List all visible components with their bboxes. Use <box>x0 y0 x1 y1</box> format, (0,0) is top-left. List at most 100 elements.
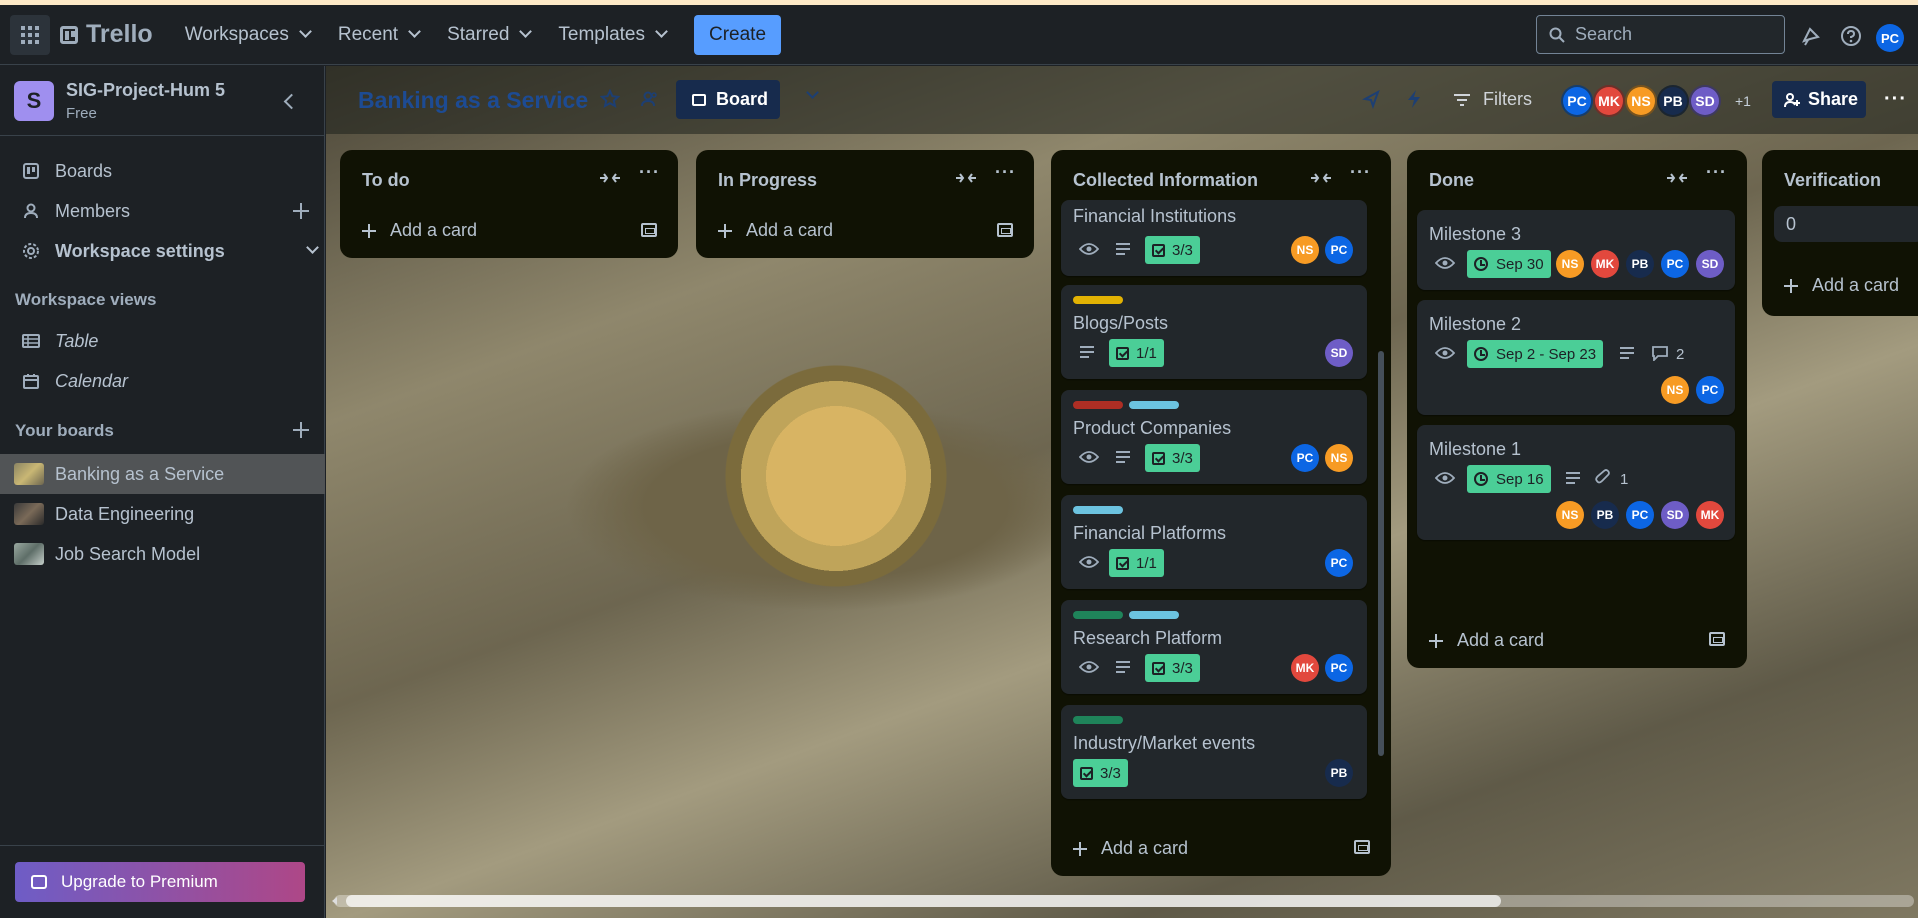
list-scrollbar[interactable] <box>1378 351 1384 756</box>
search-input[interactable]: Search <box>1536 15 1785 54</box>
visibility-team-icon[interactable] <box>640 89 660 109</box>
sidebar-item-table[interactable]: Table <box>0 322 325 360</box>
card-member-avatar[interactable]: PC <box>1661 250 1689 278</box>
list-title[interactable]: Verification <box>1784 170 1881 191</box>
board-title[interactable]: Banking as a Service <box>358 87 588 114</box>
add-card-button[interactable]: Add a card <box>362 220 477 241</box>
card-milestone-1[interactable]: Milestone 1 Sep 16 1 NS PB PC SD MK <box>1417 425 1735 540</box>
add-card-button[interactable]: Add a card <box>1784 275 1899 296</box>
collapse-sidebar-button[interactable] <box>280 90 302 112</box>
card-member-avatar[interactable]: PB <box>1325 759 1353 787</box>
list-more-icon[interactable]: ··· <box>639 162 660 183</box>
due-date-badge[interactable]: Sep 2 - Sep 23 <box>1467 340 1604 368</box>
card-member-avatar[interactable]: MK <box>1291 654 1319 682</box>
label-yellow[interactable] <box>1073 296 1123 304</box>
user-avatar[interactable]: PC <box>1876 24 1904 52</box>
add-card-button[interactable]: Add a card <box>1429 630 1544 651</box>
member-avatar[interactable]: PB <box>1657 85 1689 117</box>
list-title[interactable]: Done <box>1429 170 1474 191</box>
menu-workspaces[interactable]: Workspaces <box>171 15 324 55</box>
power-ups-icon[interactable] <box>1362 89 1382 109</box>
workspace-name[interactable]: SIG-Project-Hum 5 <box>66 80 225 101</box>
add-card-button[interactable]: Add a card <box>718 220 833 241</box>
upgrade-button[interactable]: Upgrade to Premium <box>15 862 305 902</box>
collapse-list-icon[interactable] <box>598 168 622 188</box>
card-member-avatar[interactable]: PC <box>1696 376 1724 404</box>
label-sky[interactable] <box>1073 506 1123 514</box>
add-card-button[interactable]: Add a card <box>1073 838 1188 859</box>
card-industry-market-events[interactable]: Industry/Market events 3/3 PB <box>1061 705 1367 799</box>
help-icon[interactable] <box>1840 25 1862 47</box>
card-member-avatar[interactable]: PC <box>1325 654 1353 682</box>
star-icon[interactable] <box>600 89 620 109</box>
sidebar-item-workspace-settings[interactable]: Workspace settings <box>0 232 325 270</box>
card-research-platform[interactable]: Research Platform 3/3 MK PC <box>1061 600 1367 694</box>
member-avatar[interactable]: MK <box>1593 85 1625 117</box>
create-button[interactable]: Create <box>694 14 782 55</box>
label-brown[interactable] <box>1073 401 1123 409</box>
card-template-icon[interactable] <box>1709 632 1725 646</box>
add-board-icon[interactable] <box>293 422 309 438</box>
board-horizontal-scrollbar[interactable] <box>326 889 1918 911</box>
card-member-avatar[interactable]: MK <box>1696 501 1724 529</box>
list-more-icon[interactable]: ··· <box>1350 162 1371 183</box>
member-avatar[interactable]: NS <box>1625 85 1657 117</box>
menu-recent[interactable]: Recent <box>324 15 433 55</box>
member-avatar[interactable]: SD <box>1689 85 1721 117</box>
label-green[interactable] <box>1073 611 1123 619</box>
trello-logo[interactable]: Trello <box>60 20 153 49</box>
menu-starred[interactable]: Starred <box>433 15 544 55</box>
card-template-icon[interactable] <box>1354 840 1370 854</box>
card-financial-institutions[interactable]: Financial Institutions 3/3 NS PC <box>1061 200 1367 276</box>
member-avatar[interactable]: PC <box>1561 85 1593 117</box>
card-milestone-3[interactable]: Milestone 3 Sep 30 NS MK PB PC SD <box>1417 210 1735 290</box>
card-member-avatar[interactable]: MK <box>1591 250 1619 278</box>
sidebar-item-calendar[interactable]: Calendar <box>0 362 325 400</box>
card-title-input[interactable]: 0 <box>1774 206 1918 242</box>
card-member-avatar[interactable]: PC <box>1626 501 1654 529</box>
due-date-badge[interactable]: Sep 16 <box>1467 465 1551 493</box>
list-title[interactable]: Collected Information <box>1073 170 1258 191</box>
card-milestone-2[interactable]: Milestone 2 Sep 2 - Sep 23 2 NS PC <box>1417 300 1735 415</box>
menu-templates[interactable]: Templates <box>544 15 680 55</box>
card-product-companies[interactable]: Product Companies 3/3 PC NS <box>1061 390 1367 484</box>
label-sky[interactable] <box>1129 611 1179 619</box>
card-member-avatar[interactable]: PC <box>1325 236 1353 264</box>
card-member-avatar[interactable]: NS <box>1556 250 1584 278</box>
card-member-avatar[interactable]: PC <box>1291 444 1319 472</box>
card-member-avatar[interactable]: NS <box>1325 444 1353 472</box>
card-member-avatar[interactable]: NS <box>1291 236 1319 264</box>
scroll-left-arrow-icon[interactable] <box>332 897 337 905</box>
card-blogs-posts[interactable]: Blogs/Posts 1/1 SD <box>1061 285 1367 379</box>
automation-icon[interactable] <box>1406 89 1422 109</box>
sidebar-item-members[interactable]: Members <box>0 192 325 230</box>
workspace-logo[interactable]: S <box>14 80 54 121</box>
scrollbar-thumb[interactable] <box>346 895 1501 907</box>
due-date-badge[interactable]: Sep 30 <box>1467 250 1551 278</box>
card-template-icon[interactable] <box>997 223 1013 237</box>
card-member-avatar[interactable]: NS <box>1661 376 1689 404</box>
collapse-list-icon[interactable] <box>1665 168 1689 188</box>
card-member-avatar[interactable]: PB <box>1591 501 1619 529</box>
board-view-button[interactable]: Board <box>676 80 780 119</box>
list-title[interactable]: To do <box>362 170 410 191</box>
filters-button[interactable]: Filters <box>1453 89 1532 110</box>
notifications-icon[interactable] <box>1800 25 1822 47</box>
card-member-avatar[interactable]: SD <box>1325 339 1353 367</box>
sidebar-board-banking[interactable]: Banking as a Service <box>0 454 325 494</box>
label-sky[interactable] <box>1129 401 1179 409</box>
collapse-list-icon[interactable] <box>1309 168 1333 188</box>
sidebar-board-job-search[interactable]: Job Search Model <box>0 534 325 574</box>
share-button[interactable]: Share <box>1772 81 1866 118</box>
sidebar-board-data-engineering[interactable]: Data Engineering <box>0 494 325 534</box>
sidebar-item-boards[interactable]: Boards <box>0 152 325 190</box>
app-switcher-button[interactable] <box>10 14 50 55</box>
list-more-icon[interactable]: ··· <box>1706 162 1727 183</box>
card-member-avatar[interactable]: PC <box>1325 549 1353 577</box>
add-member-icon[interactable] <box>293 203 309 219</box>
card-template-icon[interactable] <box>641 223 657 237</box>
card-member-avatar[interactable]: NS <box>1556 501 1584 529</box>
card-member-avatar[interactable]: PB <box>1626 250 1654 278</box>
list-more-icon[interactable]: ··· <box>995 162 1016 183</box>
label-green[interactable] <box>1073 716 1123 724</box>
